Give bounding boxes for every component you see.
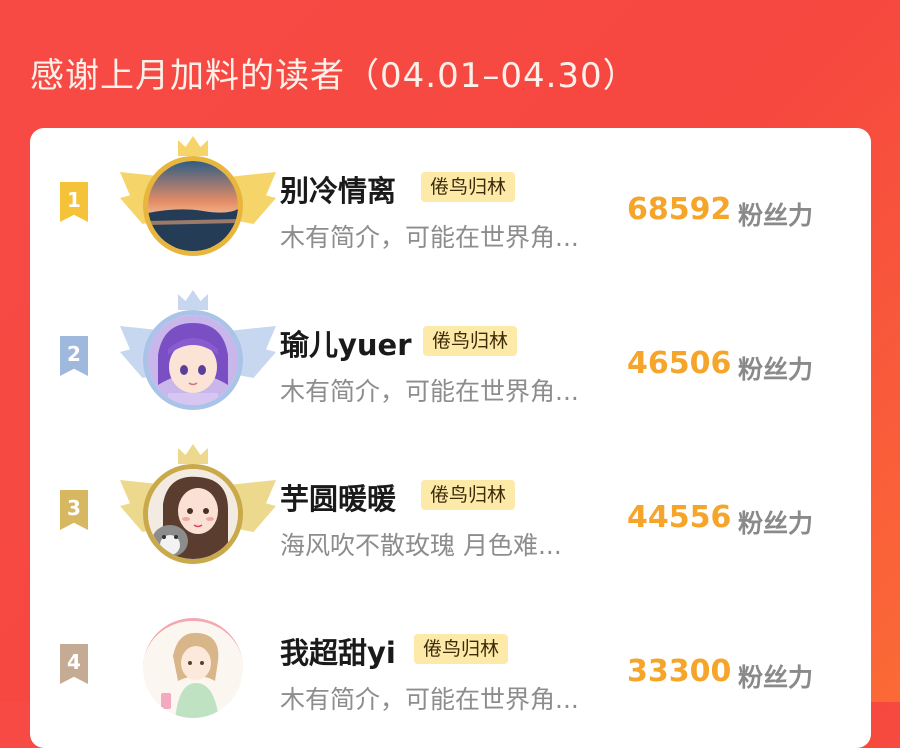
fan-power-value: 68592 — [627, 192, 732, 227]
fan-power-label: 粉丝力 — [738, 201, 814, 230]
rank-badge: 4 — [60, 644, 88, 684]
crown-icon — [178, 444, 208, 464]
fan-tag: 倦鸟归林 — [423, 326, 518, 356]
fan-tag: 倦鸟归林 — [421, 172, 516, 202]
reader-bio: 木有简介，可能在世界角... — [280, 223, 579, 252]
rank-number: 1 — [67, 188, 81, 212]
reader-row-4[interactable]: 4 我超甜yi 倦鸟归林 木有简介，可能在世界角... 33300 粉丝力 — [30, 590, 871, 740]
avatar[interactable] — [143, 464, 243, 564]
crown-icon — [178, 290, 208, 310]
fan-power-label: 粉丝力 — [738, 355, 814, 384]
fan-power-value: 44556 — [627, 500, 732, 535]
avatar[interactable] — [143, 618, 243, 718]
crown-icon — [178, 136, 208, 156]
page-title: 感谢上月加料的读者（04.01–04.30） — [30, 56, 638, 96]
rank-number: 2 — [67, 342, 81, 366]
drawn-girl-avatar-icon — [143, 621, 243, 718]
reader-name[interactable]: 别冷情离 — [280, 168, 396, 210]
reader-bio: 木有简介，可能在世界角... — [280, 685, 579, 714]
anime-avatar-icon — [148, 315, 238, 405]
rank-badge: 1 — [60, 182, 88, 222]
fan-power-value: 33300 — [627, 654, 732, 689]
reader-ranking-card: 1 别冷情离 倦鸟归林 木有简介，可能在世界角... 68592 粉丝力 2 瑜… — [30, 128, 871, 748]
reader-row-1[interactable]: 1 别冷情离 倦鸟归林 木有简介，可能在世界角... 68592 粉丝力 — [30, 128, 871, 278]
reader-row-3[interactable]: 3 芋圆暖暖 倦鸟归林 海风吹不散玫瑰 月色难... 44556 粉丝力 — [30, 436, 871, 586]
rank-badge: 2 — [60, 336, 88, 376]
fan-power-label: 粉丝力 — [738, 663, 814, 692]
reader-bio: 海风吹不散玫瑰 月色难... — [280, 531, 562, 560]
rank-number: 3 — [67, 496, 81, 520]
girl-cat-avatar-icon — [148, 469, 238, 559]
fan-power-label: 粉丝力 — [738, 509, 814, 538]
rank-number: 4 — [67, 650, 81, 674]
reader-bio: 木有简介，可能在世界角... — [280, 377, 579, 406]
rank-badge: 3 — [60, 490, 88, 530]
sunset-avatar-icon — [148, 161, 238, 251]
avatar[interactable] — [143, 156, 243, 256]
fan-power-value: 46506 — [627, 346, 732, 381]
fan-tag: 倦鸟归林 — [414, 634, 509, 664]
fan-tag: 倦鸟归林 — [421, 480, 516, 510]
reader-name[interactable]: 芋圆暖暖 — [280, 476, 396, 518]
reader-row-2[interactable]: 2 瑜儿yuer 倦鸟归林 木有简介，可能在世界角... 46506 粉丝力 — [30, 282, 871, 432]
reader-name[interactable]: 我超甜yi — [280, 630, 396, 672]
avatar[interactable] — [143, 310, 243, 410]
reader-name[interactable]: 瑜儿yuer — [280, 322, 412, 364]
